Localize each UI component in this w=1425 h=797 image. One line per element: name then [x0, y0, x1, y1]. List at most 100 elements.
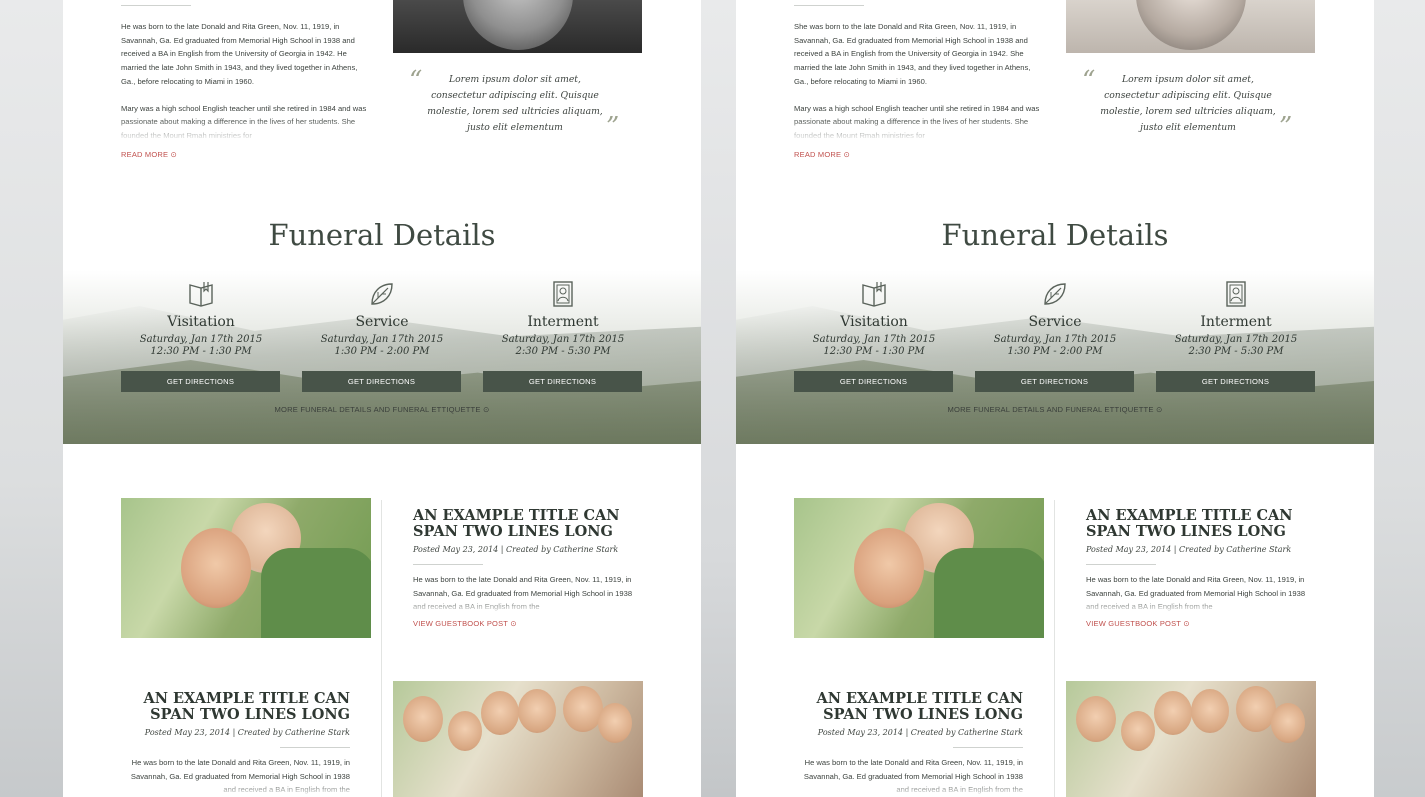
portrait-frame-icon: [553, 281, 573, 307]
text-fade: [413, 598, 653, 614]
page-mockup-right: She was born to the late Donald and Rita…: [736, 0, 1374, 797]
divider: [280, 747, 350, 748]
leaf-icon: [371, 283, 393, 305]
person: [1076, 696, 1116, 742]
event-time: 1:30 PM - 2:00 PM: [334, 346, 430, 357]
person: [563, 686, 603, 732]
portrait-face: [463, 0, 573, 50]
person: [1271, 703, 1305, 743]
event-date: Saturday, Jan 17th 2015: [139, 334, 263, 345]
event-time: 12:30 PM - 1:30 PM: [823, 346, 925, 357]
leaf-icon: [1044, 283, 1066, 305]
memorial-quote: Lorem ipsum dolor sit amet, consectetur …: [1100, 74, 1276, 133]
guestbook-post-meta: Posted May 23, 2014 | Created by Catheri…: [144, 728, 350, 737]
guestbook-post-title[interactable]: AN EXAMPLE TITLE CAN SPAN TWO LINES LONG: [1086, 508, 1326, 540]
text-fade: [794, 118, 1044, 142]
event-time: 12:30 PM - 1:30 PM: [150, 346, 252, 357]
background-mountain-right: [1374, 0, 1425, 797]
funeral-column-interment: Interment Saturday, Jan 17th 2015 2:30 P…: [1156, 278, 1316, 358]
guestbook-post-meta: Posted May 23, 2014 | Created by Catheri…: [1086, 545, 1292, 554]
person: [518, 689, 556, 733]
get-directions-button[interactable]: GET DIRECTIONS: [302, 371, 461, 392]
divider: [1086, 564, 1156, 565]
quote-close-mark: ”: [1279, 112, 1293, 142]
guestbook-post-photo[interactable]: [393, 681, 643, 797]
page-mockup-left: He was born to the late Donald and Rita …: [63, 0, 701, 797]
person: [1121, 711, 1155, 751]
book-icon: [189, 282, 213, 307]
quote-close-mark: ”: [606, 112, 620, 142]
event-date: Saturday, Jan 17th 2015: [1174, 334, 1298, 345]
person: [403, 696, 443, 742]
book-icon: [862, 282, 886, 307]
text-fade: [110, 781, 350, 797]
guestbook-post-meta: Posted May 23, 2014 | Created by Catheri…: [817, 728, 1023, 737]
funeral-details-title: Funeral Details: [941, 218, 1169, 252]
get-directions-button[interactable]: GET DIRECTIONS: [794, 371, 953, 392]
event-date: Saturday, Jan 17th 2015: [501, 334, 625, 345]
more-funeral-details-link[interactable]: MORE FUNERAL DETAILS AND FUNERAL ETTIQUE…: [63, 405, 701, 414]
person: [1154, 691, 1192, 735]
get-directions-button[interactable]: GET DIRECTIONS: [975, 371, 1134, 392]
view-guestbook-post-link[interactable]: VIEW GUESTBOOK POST ⊙: [1086, 619, 1190, 628]
event-date: Saturday, Jan 17th 2015: [993, 334, 1117, 345]
view-guestbook-post-link[interactable]: VIEW GUESTBOOK POST ⊙: [413, 619, 517, 628]
event-name: Service: [1028, 314, 1082, 330]
background-mountain-left: [0, 0, 63, 797]
funeral-column-visitation: Visitation Saturday, Jan 17th 2015 12:30…: [794, 278, 954, 358]
funeral-details-title: Funeral Details: [268, 218, 496, 252]
get-directions-button[interactable]: GET DIRECTIONS: [1156, 371, 1315, 392]
guestbook-post-photo[interactable]: [121, 498, 371, 638]
event-time: 2:30 PM - 5:30 PM: [515, 346, 611, 357]
background-mountain-middle: [701, 0, 736, 797]
guestbook-post-meta: Posted May 23, 2014 | Created by Catheri…: [413, 545, 619, 554]
bio-paragraph: She was born to the late Donald and Rita…: [794, 22, 1031, 86]
guestbook-post-title[interactable]: AN EXAMPLE TITLE CAN SPAN TWO LINES LONG: [110, 691, 350, 723]
person: [1236, 686, 1276, 732]
event-name: Interment: [527, 314, 599, 330]
portrait-frame-icon: [1226, 281, 1246, 307]
guestbook-post-title[interactable]: AN EXAMPLE TITLE CAN SPAN TWO LINES LONG: [413, 508, 653, 540]
guestbook-post-title[interactable]: AN EXAMPLE TITLE CAN SPAN TWO LINES LONG: [783, 691, 1023, 723]
funeral-column-service: Service Saturday, Jan 17th 2015 1:30 PM …: [975, 278, 1135, 358]
bio-paragraph: He was born to the late Donald and Rita …: [121, 22, 358, 86]
portrait-face: [1136, 0, 1246, 50]
event-name: Visitation: [840, 314, 908, 330]
divider: [121, 5, 191, 6]
text-fade: [121, 118, 371, 142]
get-directions-button[interactable]: GET DIRECTIONS: [121, 371, 280, 392]
portrait-photo: [1066, 0, 1315, 53]
guestbook-post-photo[interactable]: [794, 498, 1044, 638]
get-directions-button[interactable]: GET DIRECTIONS: [483, 371, 642, 392]
person: [181, 528, 251, 608]
text-fade: [783, 781, 1023, 797]
divider: [953, 747, 1023, 748]
portrait-photo: [393, 0, 642, 53]
divider: [413, 564, 483, 565]
event-time: 1:30 PM - 2:00 PM: [1007, 346, 1103, 357]
event-name: Interment: [1200, 314, 1272, 330]
person: [1191, 689, 1229, 733]
quote-open-mark: “: [409, 66, 423, 96]
memorial-quote: Lorem ipsum dolor sit amet, consectetur …: [427, 74, 603, 133]
event-date: Saturday, Jan 17th 2015: [320, 334, 444, 345]
funeral-column-visitation: Visitation Saturday, Jan 17th 2015 12:30…: [121, 278, 281, 358]
event-name: Service: [355, 314, 409, 330]
event-date: Saturday, Jan 17th 2015: [812, 334, 936, 345]
event-time: 2:30 PM - 5:30 PM: [1188, 346, 1284, 357]
funeral-column-interment: Interment Saturday, Jan 17th 2015 2:30 P…: [483, 278, 643, 358]
divider: [794, 5, 864, 6]
person: [854, 528, 924, 608]
more-funeral-details-link[interactable]: MORE FUNERAL DETAILS AND FUNERAL ETTIQUE…: [736, 405, 1374, 414]
timeline-divider: [1054, 500, 1055, 797]
text-fade: [1086, 598, 1326, 614]
guestbook-post-photo[interactable]: [1066, 681, 1316, 797]
person: [481, 691, 519, 735]
person: [598, 703, 632, 743]
event-name: Visitation: [167, 314, 235, 330]
read-more-link[interactable]: READ MORE ⊙: [794, 150, 850, 159]
read-more-link[interactable]: READ MORE ⊙: [121, 150, 177, 159]
person: [448, 711, 482, 751]
timeline-divider: [381, 500, 382, 797]
funeral-column-service: Service Saturday, Jan 17th 2015 1:30 PM …: [302, 278, 462, 358]
